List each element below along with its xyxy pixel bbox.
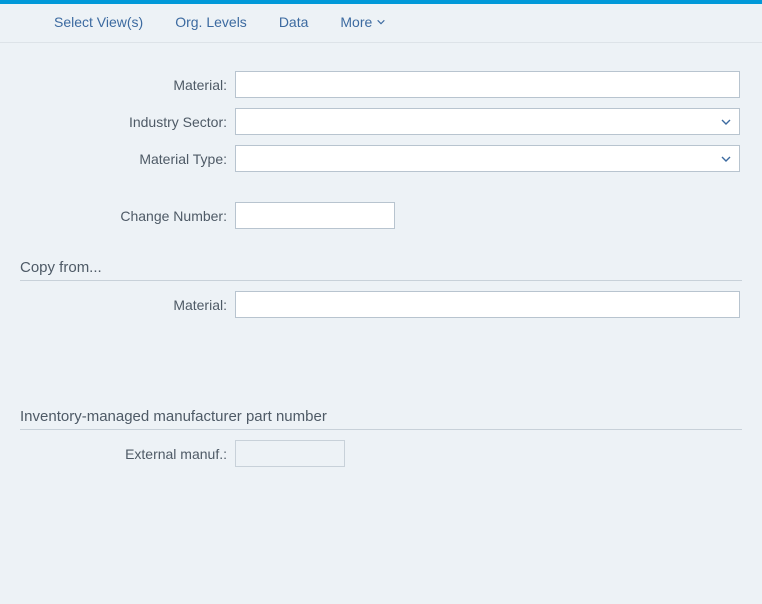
material-label: Material: bbox=[20, 77, 235, 93]
change-number-label: Change Number: bbox=[20, 208, 235, 224]
copy-from-section-title: Copy from... bbox=[20, 259, 742, 281]
copy-from-material-label: Material: bbox=[20, 297, 235, 313]
material-row: Material: bbox=[20, 71, 742, 98]
org-levels-button[interactable]: Org. Levels bbox=[175, 14, 247, 30]
toolbar: Select View(s) Org. Levels Data More bbox=[0, 4, 762, 43]
chevron-down-icon bbox=[376, 17, 386, 27]
change-number-block: Change Number: bbox=[20, 202, 742, 229]
external-manuf-row: External manuf.: bbox=[20, 440, 742, 467]
primary-form-block: Material: Industry Sector: Material Type… bbox=[20, 71, 742, 172]
change-number-row: Change Number: bbox=[20, 202, 742, 229]
material-type-row: Material Type: bbox=[20, 145, 742, 172]
data-button[interactable]: Data bbox=[279, 14, 309, 30]
external-manuf-label: External manuf.: bbox=[20, 446, 235, 462]
inventory-part-section-title: Inventory-managed manufacturer part numb… bbox=[20, 408, 742, 430]
more-label: More bbox=[340, 14, 372, 30]
industry-sector-select[interactable] bbox=[235, 108, 740, 135]
industry-sector-row: Industry Sector: bbox=[20, 108, 742, 135]
more-button[interactable]: More bbox=[340, 14, 386, 30]
material-input[interactable] bbox=[235, 71, 740, 98]
industry-sector-label: Industry Sector: bbox=[20, 114, 235, 130]
material-type-select[interactable] bbox=[235, 145, 740, 172]
copy-from-material-row: Material: bbox=[20, 291, 742, 318]
select-views-button[interactable]: Select View(s) bbox=[54, 14, 143, 30]
copy-from-material-input[interactable] bbox=[235, 291, 740, 318]
material-type-label: Material Type: bbox=[20, 151, 235, 167]
external-manuf-input bbox=[235, 440, 345, 467]
change-number-input[interactable] bbox=[235, 202, 395, 229]
content-area: Material: Industry Sector: Material Type… bbox=[0, 43, 762, 467]
